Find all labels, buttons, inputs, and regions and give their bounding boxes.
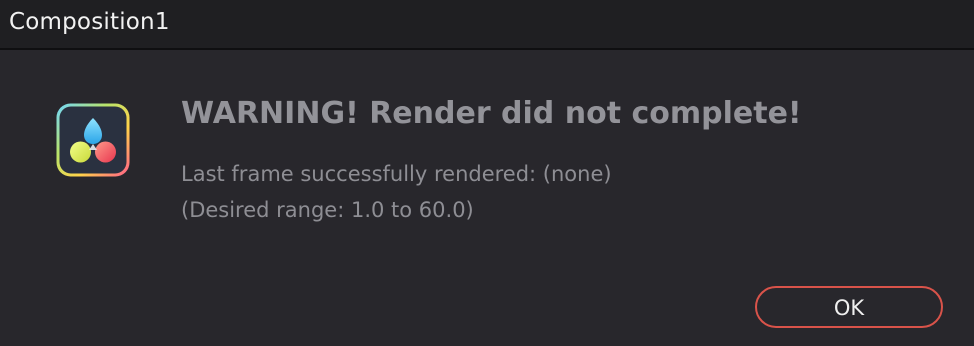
window-title: Composition1 (9, 9, 170, 35)
davinci-resolve-logo-icon (55, 102, 131, 178)
warning-heading: WARNING! Render did not complete! (181, 96, 802, 131)
ok-button[interactable]: OK (755, 286, 943, 328)
desired-range-message: (Desired range: 1.0 to 60.0) (181, 198, 474, 222)
dialog-window: Composition1 WARNING! Render did not com… (0, 0, 974, 346)
last-frame-message: Last frame successfully rendered: (none) (181, 162, 612, 186)
title-bar[interactable]: Composition1 (0, 0, 974, 50)
